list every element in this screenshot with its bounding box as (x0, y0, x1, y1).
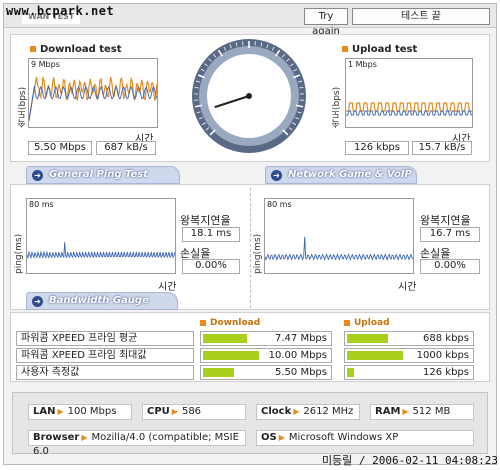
download-title-text: Download test (40, 44, 122, 55)
download-series (29, 75, 157, 120)
bullet-icon (342, 46, 348, 52)
bw-upload-bar: 1000 kbps (344, 348, 474, 363)
lan-value: 100 Mbps (67, 406, 117, 417)
ping-series (27, 242, 175, 260)
game-rtt-label: 왕복지연율 (420, 214, 471, 227)
ping-plot (27, 242, 175, 260)
upload-kbps: 126 kbps (345, 141, 409, 155)
clock-info: Clock ▶ 2612 MHz (256, 404, 360, 420)
clock-label: Clock (261, 406, 292, 417)
upload-plot (346, 102, 472, 116)
game-rtt-value: 16.7 ms (420, 227, 480, 242)
bw-upload-fill (347, 351, 404, 360)
upload-title: Upload test (342, 44, 417, 55)
footer-signature: 미등릴 / 2006-02-11 04:08:23 (321, 454, 498, 467)
ping-time-label: 시간 (158, 282, 177, 293)
download-kbs: 687 kB/s (96, 141, 156, 155)
game-loss-value: 0.00% (420, 259, 480, 274)
download-mbps: 5.50 Mbps (28, 141, 92, 155)
tab-general-ping[interactable]: ➜ General Ping Test (26, 166, 180, 184)
tab-bandwidth-label: Bandwidth Gauge (49, 295, 149, 306)
ping-ylabel: ping(ms) (14, 233, 24, 274)
arrow-right-icon: ➜ (32, 296, 43, 307)
game-graph: 80 ms (264, 198, 414, 274)
tab-general-ping-label: General Ping Test (49, 169, 149, 180)
upload-kbs: 15.7 kB/s (412, 141, 472, 155)
ram-label: RAM (375, 406, 401, 417)
ping-graph: 80 ms (26, 198, 176, 274)
game-time-label: 시간 (398, 282, 417, 293)
triangle-right-icon: ▶ (57, 407, 64, 416)
download-plot (29, 75, 157, 122)
bw-download-fill (203, 368, 235, 377)
arrow-right-icon: ➜ (271, 170, 282, 181)
bullet-icon (200, 319, 206, 326)
upload-ylabel: 속도(bps) (332, 86, 342, 128)
os-label: OS (261, 432, 277, 443)
upload-graph: 1 Mbps (345, 58, 473, 128)
upload-title-text: Upload test (352, 44, 418, 55)
bw-download-fill (203, 351, 260, 360)
triangle-right-icon: ▶ (293, 407, 300, 416)
clock-value: 2612 MHz (303, 406, 354, 417)
game-series (265, 236, 413, 261)
bullet-icon (30, 46, 36, 52)
bw-download-bar: 10.00 Mbps (200, 348, 332, 363)
ping-rtt-label: 왕복지연율 (180, 214, 231, 227)
bw-upload-value: 688 kbps (423, 333, 469, 344)
bw-upload-value: 1000 kbps (416, 350, 469, 361)
os-value: Microsoft Windows XP (288, 432, 399, 443)
bw-row-label: 파워콤 XPEED 프라임 최대값 (16, 348, 194, 363)
game-plot (265, 236, 413, 261)
triangle-right-icon: ▶ (171, 407, 178, 416)
lan-label: LAN (33, 406, 56, 417)
download-title: Download test (30, 44, 122, 55)
speedometer-icon (192, 39, 306, 153)
cpu-label: CPU (147, 406, 170, 417)
ping-loss-value: 0.00% (182, 259, 240, 274)
bw-upload-fill (347, 334, 389, 343)
triangle-right-icon: ▶ (81, 433, 88, 442)
tab-bandwidth-gauge[interactable]: ➜ Bandwidth Gauge (26, 292, 178, 310)
ram-value: 512 MB (412, 406, 451, 417)
upload-series-2 (346, 110, 472, 116)
bw-row-label: 파워콤 XPEED 프라임 평균 (16, 331, 194, 346)
bw-upload-bar: 688 kbps (344, 331, 474, 346)
bullet-icon (344, 319, 350, 326)
bw-upload-header: Upload (344, 318, 390, 328)
bw-download-bar: 7.47 Mbps (200, 331, 332, 346)
lan-info: LAN ▶ 100 Mbps (28, 404, 132, 420)
bw-row-label: 사용자 측정값 (16, 365, 194, 380)
bw-upload-header-text: Upload (354, 318, 390, 328)
bw-download-fill (203, 334, 248, 343)
os-info: OS ▶ Microsoft Windows XP (256, 430, 474, 446)
cpu-info: CPU ▶ 586 (142, 404, 246, 420)
bw-download-header-text: Download (210, 318, 261, 328)
browser-label: Browser (33, 432, 80, 443)
bw-download-value: 7.47 Mbps (275, 333, 327, 344)
end-test-button[interactable]: 테스트 끝 (352, 8, 490, 25)
divider (250, 188, 251, 308)
bw-download-value: 10.00 Mbps (268, 350, 327, 361)
download-graph: 9 Mbps (28, 58, 158, 128)
bw-upload-value: 126 kbps (423, 367, 469, 378)
triangle-right-icon: ▶ (402, 407, 409, 416)
bw-download-header: Download (200, 318, 260, 328)
triangle-right-icon: ▶ (278, 433, 285, 442)
bw-download-bar: 5.50 Mbps (200, 365, 332, 380)
ping-rtt-value: 18.1 ms (182, 227, 240, 242)
try-again-button[interactable]: Try again (304, 8, 348, 37)
upload-series (346, 102, 472, 112)
bw-upload-bar: 126 kbps (344, 365, 474, 380)
watermark: www.bcpark.net (6, 4, 115, 18)
ram-info: RAM ▶ 512 MB (370, 404, 474, 420)
tab-network-game[interactable]: ➜Network Game & VoIP Test (265, 166, 417, 196)
arrow-right-icon: ➜ (32, 170, 43, 181)
game-ylabel: ping(ms) (253, 233, 263, 274)
bw-upload-fill (347, 368, 355, 377)
cpu-value: 586 (181, 406, 202, 417)
browser-info: Browser ▶ Mozilla/4.0 (compatible; MSIE 6.… (28, 430, 246, 457)
bw-download-value: 5.50 Mbps (275, 367, 327, 378)
